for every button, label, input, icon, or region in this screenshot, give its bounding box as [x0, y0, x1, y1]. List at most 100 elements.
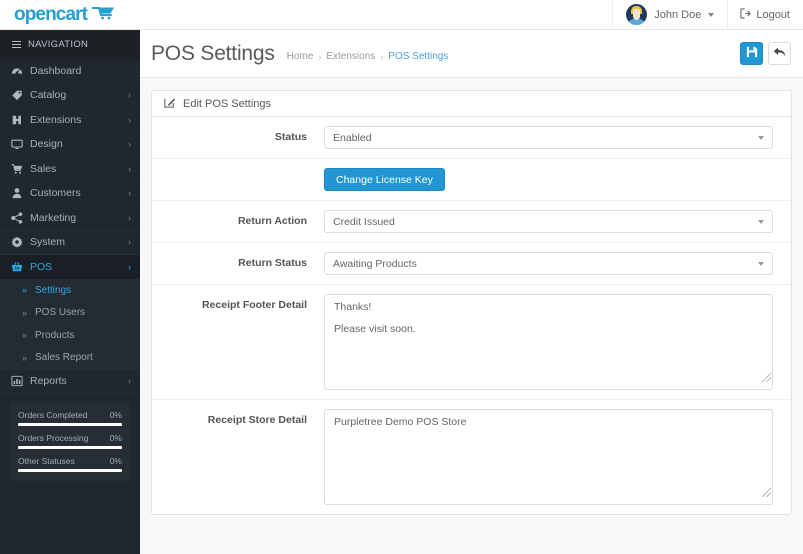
breadcrumb-item-extensions[interactable]: Extensions	[326, 51, 375, 62]
user-icon	[11, 187, 27, 199]
cart-icon	[11, 163, 27, 175]
sidebar-item-pos[interactable]: POS ›	[0, 255, 140, 280]
sidebar-stats: Orders Completed 0% Orders Processing 0%…	[10, 403, 130, 481]
top-bar: opencart John Doe Logout	[0, 0, 803, 30]
stat-label: Other Statuses	[18, 456, 75, 466]
chevron-right-icon: ›	[128, 376, 131, 387]
chevron-down-icon	[758, 261, 764, 266]
form-row-license: Change License Key	[152, 159, 791, 201]
return-status-select[interactable]: Awaiting Products	[324, 252, 773, 275]
edit-pos-settings-panel: Edit POS Settings Status Enabled Change …	[151, 90, 792, 515]
form-row-receipt-footer: Receipt Footer Detail Thanks! Please vis…	[152, 285, 791, 400]
logout-button[interactable]: Logout	[727, 0, 803, 29]
chevron-down-icon	[758, 219, 764, 224]
sidebar-item-label: System	[30, 236, 66, 249]
sidebar-subitem-products[interactable]: » Products	[0, 324, 140, 347]
logout-icon	[740, 7, 751, 22]
sidebar-subitem-pos-users[interactable]: » POS Users	[0, 302, 140, 325]
sidebar-item-reports[interactable]: Reports ›	[0, 370, 140, 394]
nav-header: NAVIGATION	[0, 30, 140, 59]
chevron-right-icon: ›	[128, 90, 131, 101]
return-status-label: Return Status	[238, 257, 307, 269]
back-button[interactable]	[768, 42, 791, 65]
main-content: POS Settings Home › Extensions › POS Set…	[140, 30, 803, 554]
double-chevron-icon: »	[22, 352, 28, 363]
edit-pencil-icon	[164, 96, 176, 111]
sidebar-item-label: POS	[30, 260, 53, 273]
sidebar-item-system[interactable]: System ›	[0, 231, 140, 255]
sidebar-subitem-label: Settings	[35, 284, 72, 296]
return-action-selected-value: Credit Issued	[333, 215, 395, 228]
textarea-resize-handle[interactable]	[762, 488, 771, 497]
stat-progress-bar	[18, 446, 122, 449]
sidebar-subitem-label: Sales Report	[35, 352, 93, 364]
breadcrumb-separator: ›	[318, 51, 322, 62]
change-license-key-button[interactable]: Change License Key	[324, 168, 445, 191]
stat-label: Orders Processing	[18, 433, 89, 443]
double-chevron-icon: »	[22, 285, 28, 296]
breadcrumb: Home › Extensions › POS Settings	[287, 51, 449, 62]
sidebar-item-sales[interactable]: Sales ›	[0, 157, 140, 182]
puzzle-icon	[11, 114, 27, 126]
sidebar-item-label: Dashboard	[30, 64, 82, 77]
app-root: opencart John Doe Logout NAVIGATION Dash…	[0, 0, 803, 554]
sidebar-item-label: Sales	[30, 162, 57, 175]
return-status-selected-value: Awaiting Products	[333, 257, 417, 270]
page-header: POS Settings Home › Extensions › POS Set…	[140, 30, 803, 78]
chevron-right-icon: ›	[128, 212, 131, 223]
user-menu[interactable]: John Doe	[612, 0, 727, 29]
receipt-footer-textarea[interactable]: Thanks! Please visit soon.	[324, 294, 773, 390]
monitor-icon	[11, 138, 27, 150]
return-action-label: Return Action	[237, 215, 307, 227]
share-icon	[11, 212, 27, 224]
form-row-receipt-store: Receipt Store Detail Purpletree Demo POS…	[152, 400, 791, 514]
panel-heading: Edit POS Settings	[152, 91, 791, 117]
status-label: Status	[274, 131, 307, 143]
stat-progress-bar	[18, 469, 122, 472]
avatar	[626, 4, 648, 25]
form-row-status: Status Enabled	[152, 117, 791, 159]
sidebar-item-catalog[interactable]: Catalog ›	[0, 84, 140, 108]
dashboard-icon	[11, 65, 27, 77]
sidebar-item-marketing[interactable]: Marketing ›	[0, 206, 140, 231]
textarea-resize-handle[interactable]	[762, 373, 771, 382]
stat-label: Orders Completed	[18, 410, 88, 420]
stat-progress-bar	[18, 423, 122, 426]
sidebar-subitem-label: Products	[35, 329, 75, 341]
brand-logo[interactable]: opencart	[0, 0, 140, 29]
receipt-store-textarea[interactable]: Purpletree Demo POS Store	[324, 409, 773, 505]
chevron-right-icon: ›	[128, 114, 131, 125]
sidebar-item-label: Extensions	[30, 113, 82, 126]
brand-name: opencart	[14, 4, 88, 25]
top-bar-right: John Doe Logout	[612, 0, 803, 29]
breadcrumb-item-home[interactable]: Home	[287, 51, 314, 62]
save-icon	[746, 45, 758, 63]
chevron-right-icon: ›	[128, 188, 131, 199]
stat-other-statuses: Other Statuses 0%	[18, 456, 122, 472]
nav-header-label: NAVIGATION	[28, 39, 89, 50]
stat-value: 0%	[109, 456, 122, 466]
return-action-select[interactable]: Credit Issued	[324, 210, 773, 233]
chevron-right-icon: ›	[128, 163, 131, 174]
sidebar-item-dashboard[interactable]: Dashboard	[0, 59, 140, 84]
sidebar-item-label: Customers	[30, 187, 81, 200]
back-arrow-icon	[773, 45, 786, 63]
sidebar-item-design[interactable]: Design ›	[0, 133, 140, 157]
breadcrumb-item-pos-settings[interactable]: POS Settings	[388, 51, 448, 62]
receipt-footer-label: Receipt Footer Detail	[201, 299, 307, 311]
chevron-right-icon: ›	[128, 139, 131, 150]
sidebar-item-label: Catalog	[30, 89, 67, 102]
double-chevron-icon: »	[22, 330, 28, 341]
save-button[interactable]	[740, 42, 763, 65]
sidebar-item-label: Design	[30, 138, 63, 151]
sidebar-subitem-sales-report[interactable]: » Sales Report	[0, 347, 140, 370]
status-select[interactable]: Enabled	[324, 126, 773, 149]
page-title: POS Settings	[151, 41, 275, 65]
sidebar-item-label: Marketing	[30, 211, 77, 224]
sidebar-subitem-settings[interactable]: » Settings	[0, 279, 140, 302]
bar-chart-icon	[11, 375, 27, 387]
form-row-return-status: Return Status Awaiting Products	[152, 243, 791, 285]
sidebar-item-extensions[interactable]: Extensions ›	[0, 108, 140, 133]
sidebar-item-customers[interactable]: Customers ›	[0, 182, 140, 206]
gear-icon	[11, 236, 27, 248]
